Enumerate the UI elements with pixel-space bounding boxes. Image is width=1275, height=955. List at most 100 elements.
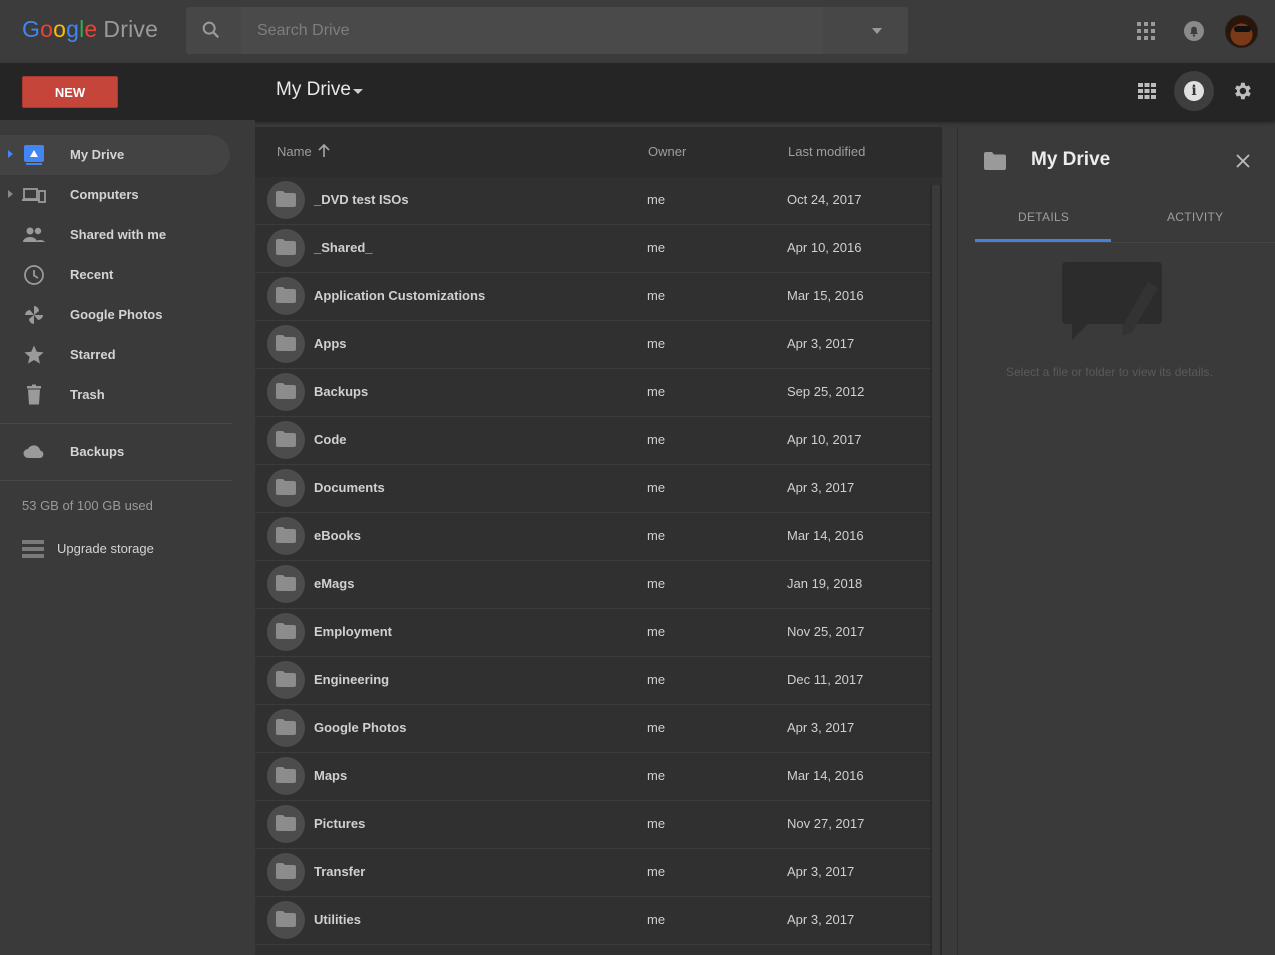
google-drive-logo[interactable]: Google Drive [22, 16, 158, 43]
sidebar-item-shared-with-me[interactable]: Shared with me [0, 215, 230, 255]
search-options-dropdown-icon[interactable] [872, 28, 882, 34]
file-last-modified: Oct 24, 2017 [787, 192, 862, 207]
breadcrumb-dropdown-icon[interactable] [353, 89, 363, 94]
file-owner: me [647, 576, 666, 591]
tab-bar-divider [975, 242, 1275, 243]
file-last-modified: Apr 3, 2017 [787, 912, 855, 927]
table-row[interactable]: _Shared_ me Apr 10, 2016 [255, 225, 930, 273]
folder-avatar [267, 421, 305, 459]
expand-arrow-icon[interactable] [8, 190, 13, 198]
table-row[interactable]: Pictures me Nov 27, 2017 [255, 801, 930, 849]
cloud-icon [23, 445, 44, 458]
column-header-last-modified[interactable]: Last modified [788, 144, 865, 159]
details-title: My Drive [1031, 149, 1111, 170]
folder-icon [276, 863, 296, 879]
table-row[interactable]: Apps me Apr 3, 2017 [255, 321, 930, 369]
folder-icon [276, 767, 296, 783]
view-details-button[interactable]: i [1174, 71, 1214, 111]
people-icon [23, 227, 45, 242]
trash-icon [27, 384, 41, 405]
folder-avatar [267, 853, 305, 891]
column-header-owner[interactable]: Owner [648, 144, 686, 159]
folder-icon [276, 671, 296, 687]
table-row[interactable]: Documents me Apr 3, 2017 [255, 465, 930, 513]
tab-details[interactable]: DETAILS [1018, 210, 1069, 224]
active-tab-indicator [975, 239, 1111, 242]
details-panel: My Drive DETAILS ACTIVITY Select a file … [957, 127, 1275, 955]
file-owner: me [647, 816, 666, 831]
table-row[interactable]: Employment me Nov 25, 2017 [255, 609, 930, 657]
folder-avatar [267, 469, 305, 507]
file-rows: _DVD test ISOs me Oct 24, 2017 _Shared_ me Ap… [255, 177, 930, 945]
folder-icon [276, 623, 296, 639]
sidebar-item-backups[interactable]: Backups [0, 432, 230, 472]
product-name: Drive [103, 16, 159, 42]
sidebar: My Drive Computers Shared with me Recent… [0, 120, 255, 955]
notifications-bell-icon[interactable] [1183, 20, 1205, 42]
file-name: Engineering [314, 672, 390, 687]
folder-icon [276, 239, 296, 255]
column-header-name[interactable]: Name [277, 144, 312, 159]
storage-usage-text: 53 GB of 100 GB used [22, 498, 153, 513]
file-name: eMags [314, 576, 355, 591]
file-owner: me [647, 384, 666, 399]
folder-icon [276, 287, 296, 303]
file-owner: me [647, 912, 666, 927]
table-row[interactable]: Google Photos me Apr 3, 2017 [255, 705, 930, 753]
folder-icon [276, 431, 296, 447]
file-last-modified: Apr 3, 2017 [787, 864, 855, 879]
file-name: _Shared_ [314, 240, 373, 255]
empty-details-message: Select a file or folder to view its deta… [1006, 365, 1213, 379]
scrollbar[interactable] [930, 185, 942, 955]
grid-view-icon[interactable] [1138, 83, 1156, 99]
apps-grid-icon[interactable] [1137, 22, 1155, 40]
table-row[interactable]: Engineering me Dec 11, 2017 [255, 657, 930, 705]
table-row[interactable]: Maps me Mar 14, 2016 [255, 753, 930, 801]
scrollbar-thumb[interactable] [932, 185, 940, 955]
settings-gear-icon[interactable] [1231, 80, 1253, 102]
new-button[interactable]: NEW [22, 76, 118, 108]
search-icon[interactable] [200, 19, 222, 41]
folder-avatar [267, 517, 305, 555]
tab-activity[interactable]: ACTIVITY [1167, 210, 1223, 224]
table-row[interactable]: eBooks me Mar 14, 2016 [255, 513, 930, 561]
account-avatar[interactable] [1225, 15, 1258, 48]
sidebar-item-recent[interactable]: Recent [0, 255, 230, 295]
file-last-modified: Mar 14, 2016 [787, 528, 864, 543]
file-owner: me [647, 528, 666, 543]
table-row[interactable]: Backups me Sep 25, 2012 [255, 369, 930, 417]
folder-icon [276, 527, 296, 543]
upgrade-storage-link[interactable]: Upgrade storage [22, 538, 222, 562]
file-last-modified: Apr 10, 2017 [787, 432, 862, 447]
breadcrumb-my-drive[interactable]: My Drive [276, 79, 351, 101]
folder-avatar [267, 565, 305, 603]
folder-icon [276, 719, 296, 735]
file-name: Employment [314, 624, 393, 639]
file-last-modified: Nov 25, 2017 [787, 624, 865, 639]
search-input[interactable] [241, 7, 823, 54]
close-icon[interactable] [1235, 153, 1251, 169]
sidebar-item-google-photos[interactable]: Google Photos [0, 295, 230, 335]
table-row[interactable]: _DVD test ISOs me Oct 24, 2017 [255, 177, 930, 225]
file-name: Maps [314, 768, 348, 783]
file-last-modified: Mar 14, 2016 [787, 768, 864, 783]
clock-icon [24, 265, 44, 285]
folder-avatar [267, 613, 305, 651]
table-row[interactable]: Utilities me Apr 3, 2017 [255, 897, 930, 945]
table-row[interactable]: Code me Apr 10, 2017 [255, 417, 930, 465]
expand-arrow-icon[interactable] [8, 150, 13, 158]
file-last-modified: Dec 11, 2017 [787, 672, 864, 687]
file-list-header: Name Owner Last modified [255, 127, 942, 177]
sidebar-item-starred[interactable]: Starred [0, 335, 230, 375]
table-row[interactable]: eMags me Jan 19, 2018 [255, 561, 930, 609]
folder-avatar [267, 757, 305, 795]
sidebar-item-my-drive[interactable]: My Drive [0, 135, 230, 175]
table-row[interactable]: Transfer me Apr 3, 2017 [255, 849, 930, 897]
file-owner: me [647, 336, 666, 351]
table-row[interactable]: Application Customizations me Mar 15, 2016 [255, 273, 930, 321]
sort-ascending-arrow-icon[interactable] [318, 144, 330, 158]
sidebar-item-trash[interactable]: Trash [0, 375, 230, 415]
search-bar [186, 7, 908, 54]
sidebar-divider [0, 423, 232, 424]
sidebar-item-computers[interactable]: Computers [0, 175, 230, 215]
